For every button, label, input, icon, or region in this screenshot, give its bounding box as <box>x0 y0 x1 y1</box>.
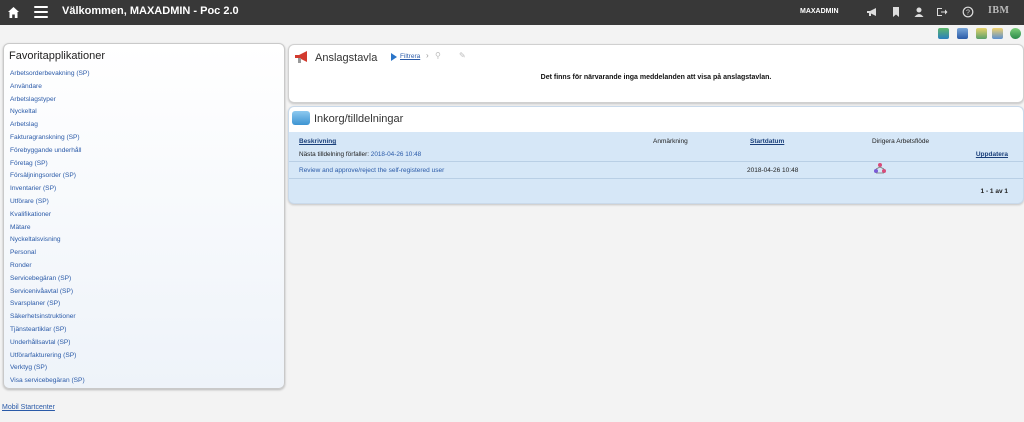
column-route-workflow: Dirigera Arbetsflöde <box>872 138 930 145</box>
favorite-item[interactable]: Verktyg (SP) <box>10 362 90 375</box>
refresh-icon[interactable] <box>1010 28 1021 39</box>
favorite-item[interactable]: Arbetsorderbevakning (SP) <box>10 68 90 81</box>
assignment-description[interactable]: Review and approve/reject the self-regis… <box>299 167 444 174</box>
favorite-item[interactable]: Mätare <box>10 222 90 235</box>
profile-icon[interactable] <box>913 6 925 18</box>
favorite-item[interactable]: Servicenivåavtal (SP) <box>10 286 90 299</box>
search-icon[interactable]: ⚲ <box>435 51 441 60</box>
next-due-label: Nästa tilldelning förfaller: <box>299 151 369 158</box>
favorites-list: Arbetsorderbevakning (SP) Användare Arbe… <box>10 68 90 388</box>
favorite-item[interactable]: Arbetslag <box>10 119 90 132</box>
pagination-info: 1 - 1 av 1 <box>980 188 1008 195</box>
favorite-item[interactable]: Arbetslagstyper <box>10 94 90 107</box>
inbox-title: Inkorg/tilldelningar <box>314 113 404 125</box>
favorite-item[interactable]: Fakturagranskning (SP) <box>10 132 90 145</box>
favorites-title: Favoritapplikationer <box>9 50 105 62</box>
edit-icon[interactable] <box>992 28 1003 39</box>
favorite-item[interactable]: Säkerhetsinstruktioner <box>10 311 90 324</box>
favorite-item[interactable]: Inventarier (SP) <box>10 183 90 196</box>
favorite-item[interactable]: Personal <box>10 247 90 260</box>
favorite-item[interactable]: Nyckeltal <box>10 106 90 119</box>
megaphone-icon[interactable] <box>866 6 878 18</box>
mobile-startcenter-link[interactable]: Mobil Startcenter <box>2 404 55 411</box>
help-icon[interactable]: ? <box>962 6 974 18</box>
bulletin-title: Anslagstavla <box>315 52 378 64</box>
top-bar: Välkommen, MAXADMIN - Poc 2.0 MAXADMIN ?… <box>0 0 1024 25</box>
favorite-item[interactable]: Försäljningsorder (SP) <box>10 170 90 183</box>
favorite-item[interactable]: Visa servicebegäran (SP) <box>10 375 90 388</box>
divider <box>289 161 1023 162</box>
page-title: Välkommen, MAXADMIN - Poc 2.0 <box>62 5 239 17</box>
favorite-item[interactable]: Underhållsavtal (SP) <box>10 337 90 350</box>
menu-icon[interactable] <box>34 6 48 18</box>
inbox-panel: Inkorg/tilldelningar Beskrivning Anmärkn… <box>288 106 1024 204</box>
favorite-item[interactable]: Nyckeltalsvisning <box>10 234 90 247</box>
home-icon[interactable] <box>7 6 20 19</box>
favorite-item[interactable]: Utförarfakturering (SP) <box>10 350 90 363</box>
svg-text:?: ? <box>966 10 970 17</box>
column-start-date[interactable]: Startdatum <box>750 138 784 145</box>
bulletin-board-panel: Anslagstavla Filtrera › ⚲ ✎ Det finns fö… <box>288 44 1024 103</box>
favorite-item[interactable]: Ronder <box>10 260 90 273</box>
next-due-text: Nästa tilldelning förfaller: 2018-04-26 … <box>299 151 421 158</box>
clear-filter-icon[interactable]: ✎ <box>459 51 466 60</box>
favorite-item[interactable]: Förebyggande underhåll <box>10 145 90 158</box>
favorite-item[interactable]: Företag (SP) <box>10 158 90 171</box>
next-due-value: 2018-04-26 10:48 <box>370 151 422 158</box>
favorite-item[interactable]: Svarsplaner (SP) <box>10 298 90 311</box>
refresh-link[interactable]: Uppdatera <box>976 151 1008 158</box>
bulletin-message: Det finns för närvarande inga meddelande… <box>540 74 772 81</box>
divider <box>289 178 1023 179</box>
filter-arrow-icon[interactable] <box>391 53 397 61</box>
column-note: Anmärkning <box>653 138 688 145</box>
edit-layout-icon[interactable] <box>976 28 987 39</box>
route-workflow-icon[interactable] <box>873 162 887 176</box>
inbox-icon <box>292 111 310 125</box>
favorite-item[interactable]: Servicebegäran (SP) <box>10 273 90 286</box>
ibm-logo: IBM <box>988 5 1010 16</box>
favorite-item[interactable]: Tjänsteartiklar (SP) <box>10 324 90 337</box>
filter-link[interactable]: Filtrera <box>400 53 420 60</box>
column-description[interactable]: Beskrivning <box>299 138 336 145</box>
bookmarks-icon[interactable] <box>890 6 902 18</box>
signout-icon[interactable] <box>936 6 948 18</box>
favorite-item[interactable]: Utförare (SP) <box>10 196 90 209</box>
chevron-right-icon: › <box>426 51 429 60</box>
user-name: MAXADMIN <box>800 8 839 15</box>
favorite-item[interactable]: Kvalifikationer <box>10 209 90 222</box>
layout-icon[interactable] <box>957 28 968 39</box>
favorites-panel: Favoritapplikationer Arbetsorderbevaknin… <box>3 43 285 389</box>
megaphone-icon <box>295 51 307 63</box>
inbox-header: Inkorg/tilldelningar <box>289 107 1023 132</box>
favorite-item[interactable]: Användare <box>10 81 90 94</box>
add-portlet-icon[interactable] <box>938 28 949 39</box>
assignment-start-date: 2018-04-26 10:48 <box>747 167 799 174</box>
